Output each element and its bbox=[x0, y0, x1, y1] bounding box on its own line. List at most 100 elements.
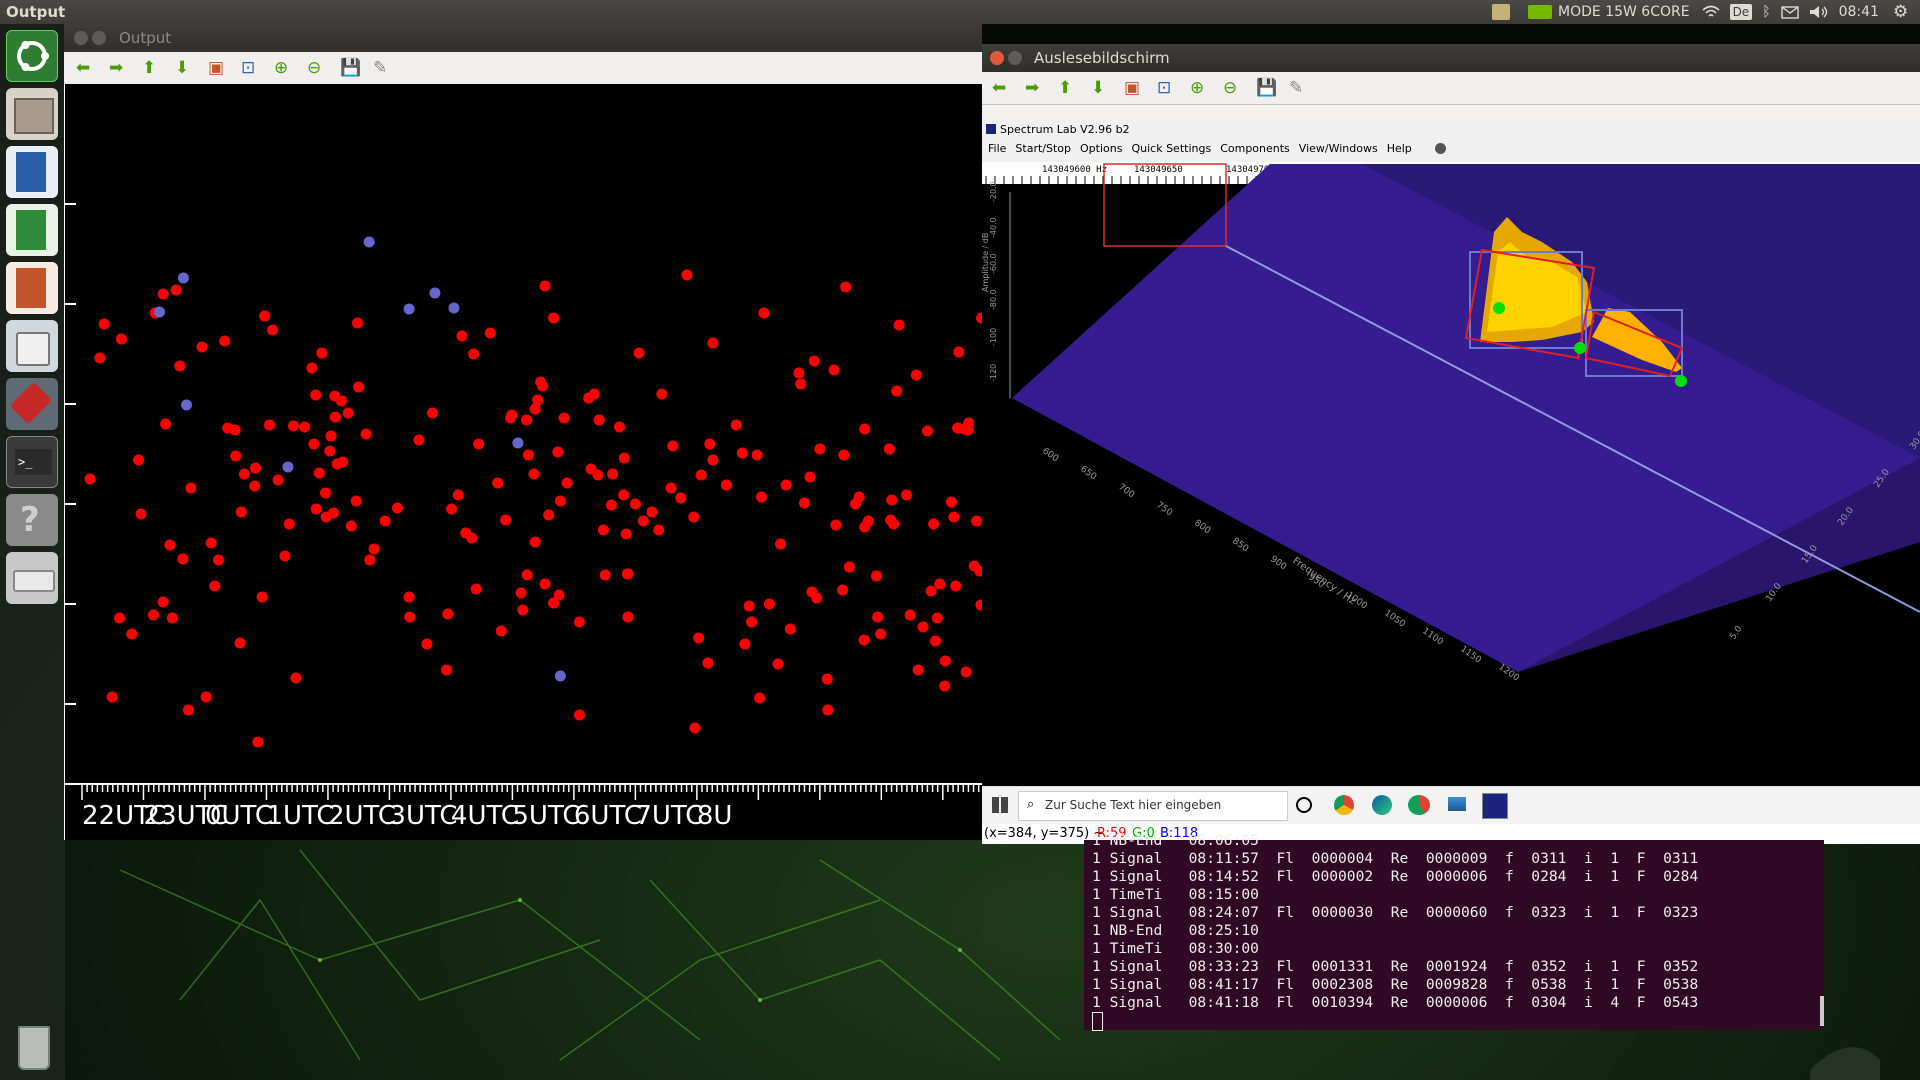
red-data-point bbox=[558, 412, 570, 424]
clock[interactable]: 08:41 bbox=[1839, 4, 1879, 20]
red-data-point bbox=[313, 467, 325, 479]
brush-icon[interactable]: ✎ bbox=[1289, 78, 1309, 98]
red-data-point bbox=[798, 497, 810, 509]
close-icon[interactable] bbox=[990, 51, 1004, 65]
image-icon[interactable]: ▣ bbox=[208, 58, 228, 78]
up-arrow-icon[interactable]: ⬆ bbox=[142, 58, 162, 78]
brush-icon[interactable]: ✎ bbox=[373, 58, 393, 78]
output-window-titlebar[interactable]: Output bbox=[64, 24, 982, 52]
menu-item-options[interactable]: Options bbox=[1080, 142, 1122, 155]
launcher-item-software[interactable] bbox=[6, 320, 58, 372]
chrome-icon[interactable] bbox=[1334, 795, 1354, 815]
spectrum-lab-taskbar-icon[interactable] bbox=[1482, 793, 1508, 819]
keyboard-layout-badge[interactable]: De bbox=[1729, 4, 1753, 20]
zoom-in-icon[interactable]: ⊕ bbox=[1190, 78, 1210, 98]
up-arrow-icon[interactable]: ⬆ bbox=[1058, 78, 1078, 98]
launcher-item-trash[interactable] bbox=[6, 1020, 58, 1072]
launcher-item-files[interactable] bbox=[6, 88, 58, 140]
red-data-point bbox=[888, 518, 900, 530]
minimize-icon[interactable] bbox=[1008, 51, 1022, 65]
red-data-point bbox=[730, 419, 742, 431]
blue-data-point bbox=[282, 461, 294, 473]
menu-item-help[interactable]: Help bbox=[1387, 142, 1412, 155]
notes-icon[interactable] bbox=[1492, 4, 1510, 20]
output-toolbar: ⬅ ➡ ⬆ ⬇ ▣ ⊡ ⊕ ⊖ 💾 ✎ bbox=[64, 52, 982, 85]
zoom-out-icon[interactable]: ⊖ bbox=[307, 58, 327, 78]
red-data-point bbox=[755, 491, 767, 503]
launcher-item-help[interactable]: ? bbox=[6, 494, 58, 546]
launcher-item-impress[interactable] bbox=[6, 262, 58, 314]
terminal-line: 1 Signal 08:11:57 Fl 0000004 Re 0000009 … bbox=[1092, 850, 1699, 867]
red-data-point bbox=[859, 423, 871, 435]
red-data-point bbox=[925, 585, 937, 597]
red-data-point bbox=[840, 281, 852, 293]
launcher-item-terminal[interactable]: >_ bbox=[6, 436, 58, 488]
red-data-point bbox=[252, 736, 264, 748]
menu-item-file[interactable]: File bbox=[988, 142, 1006, 155]
fit-icon[interactable]: ⊡ bbox=[241, 58, 261, 78]
red-data-point bbox=[953, 346, 965, 358]
launcher-item-calc[interactable] bbox=[6, 204, 58, 256]
minimize-icon[interactable] bbox=[92, 31, 106, 45]
terminal-scrollbar[interactable] bbox=[1820, 996, 1824, 1026]
amplitude-label: -40.0 bbox=[989, 217, 998, 238]
auslesebildschirm-window: Auslesebildschirm ⬅ ➡ ⬆ ⬇ ▣ ⊡ ⊕ ⊖ 💾 ✎ Spectrum La… bbox=[982, 44, 1920, 844]
red-data-point bbox=[543, 509, 555, 521]
back-arrow-icon[interactable]: ⬅ bbox=[992, 78, 1012, 98]
launcher-item-dash[interactable] bbox=[6, 30, 58, 82]
mail-icon[interactable] bbox=[1780, 5, 1799, 19]
close-icon[interactable] bbox=[74, 31, 88, 45]
down-arrow-icon[interactable]: ⬇ bbox=[1091, 78, 1111, 98]
bluetooth-icon[interactable]: ᛒ bbox=[1762, 4, 1770, 20]
cortana-icon[interactable] bbox=[1296, 797, 1312, 813]
terminal-window[interactable]: 1 NB-End 08:06:05 1 Signal 08:11:57 Fl 00… bbox=[1084, 832, 1824, 1031]
red-data-point bbox=[403, 591, 415, 603]
zoom-out-icon[interactable]: ⊖ bbox=[1223, 78, 1243, 98]
forward-arrow-icon[interactable]: ➡ bbox=[1025, 78, 1045, 98]
red-data-point bbox=[452, 489, 464, 501]
x-tick-label: 2UTC bbox=[328, 801, 396, 831]
wifi-icon[interactable] bbox=[1702, 5, 1720, 19]
save-icon[interactable]: 💾 bbox=[1256, 78, 1277, 98]
red-data-point bbox=[599, 569, 611, 581]
launcher-item-drive[interactable] bbox=[6, 552, 58, 604]
launcher-item-settings[interactable] bbox=[6, 378, 58, 430]
vm-icon[interactable] bbox=[1448, 797, 1466, 811]
down-arrow-icon[interactable]: ⬇ bbox=[175, 58, 195, 78]
menu-item-view-windows[interactable]: View/Windows bbox=[1299, 142, 1378, 155]
red-data-point bbox=[808, 355, 820, 367]
nvidia-icon[interactable] bbox=[1528, 5, 1552, 19]
red-data-point bbox=[98, 318, 110, 330]
forward-arrow-icon[interactable]: ➡ bbox=[109, 58, 129, 78]
trash-icon bbox=[18, 1026, 50, 1070]
power-mode-label[interactable]: MODE 15W 6CORE bbox=[1558, 4, 1690, 20]
settings-gear-icon[interactable]: ⚙ bbox=[1893, 2, 1908, 22]
menu-item-components[interactable]: Components bbox=[1220, 142, 1290, 155]
taskbar-search-box[interactable]: ⌕ Zur Suche Text hier eingeben bbox=[1018, 791, 1288, 821]
zoom-in-icon[interactable]: ⊕ bbox=[274, 58, 294, 78]
image-icon[interactable]: ▣ bbox=[1124, 78, 1144, 98]
red-data-point bbox=[310, 503, 322, 515]
x-tick-label: 6UTC bbox=[574, 801, 642, 831]
launcher-item-writer[interactable] bbox=[6, 146, 58, 198]
volume-icon[interactable] bbox=[1809, 5, 1829, 19]
red-data-point bbox=[528, 468, 540, 480]
edge-icon[interactable] bbox=[1372, 795, 1392, 815]
chrome-profile-icon[interactable] bbox=[1408, 795, 1430, 815]
x-tick-label: 5UTC bbox=[512, 801, 580, 831]
question-icon: ? bbox=[20, 500, 40, 540]
fit-icon[interactable]: ⊡ bbox=[1157, 78, 1177, 98]
red-data-point bbox=[837, 584, 849, 596]
red-data-point bbox=[573, 616, 585, 628]
terminal-cursor bbox=[1092, 1012, 1103, 1031]
amplitude-label: -20.0 bbox=[989, 181, 998, 202]
ausl-window-titlebar[interactable]: Auslesebildschirm bbox=[982, 44, 1920, 72]
windows-start-icon[interactable] bbox=[992, 797, 1008, 813]
record-icon[interactable] bbox=[1434, 142, 1446, 154]
back-arrow-icon[interactable]: ⬅ bbox=[76, 58, 96, 78]
menu-item-quick-settings[interactable]: Quick Settings bbox=[1131, 142, 1211, 155]
save-icon[interactable]: 💾 bbox=[340, 58, 361, 78]
red-data-point bbox=[593, 414, 605, 426]
menu-item-start-stop[interactable]: Start/Stop bbox=[1015, 142, 1071, 155]
red-data-point bbox=[945, 496, 957, 508]
